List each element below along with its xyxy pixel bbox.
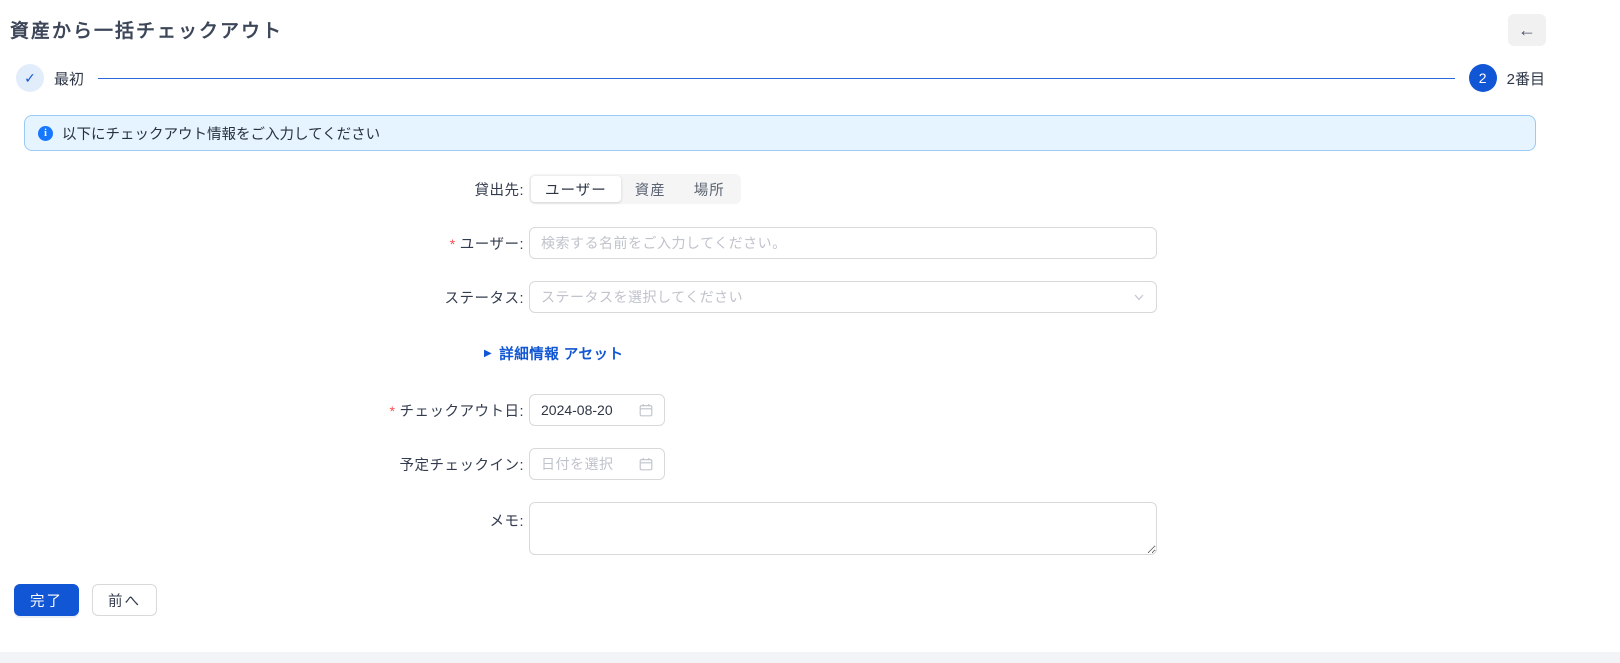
info-alert: i 以下にチェックアウト情報をご入力してください xyxy=(24,115,1536,151)
step-first[interactable]: ✓ 最初 xyxy=(16,64,84,92)
expected-checkin-label: 予定チェックイン: xyxy=(0,454,524,475)
segment-option-location[interactable]: 場所 xyxy=(680,176,739,202)
step-second[interactable]: 2 2番目 xyxy=(1469,64,1545,92)
status-select[interactable] xyxy=(529,281,1157,313)
page-header: 資産から一括チェックアウト ← xyxy=(0,0,1620,46)
target-label: 貸出先: xyxy=(0,179,524,200)
info-circle-icon: i xyxy=(38,126,53,141)
checkout-date-input[interactable] xyxy=(541,402,633,418)
caret-right-icon: ▶ xyxy=(484,349,492,359)
target-segmented-control: ユーザー 資産 場所 xyxy=(529,174,741,204)
form-row-details-link: ▶ 詳細情報 アセット xyxy=(0,343,1620,364)
expected-checkin-input[interactable] xyxy=(541,456,633,472)
checkout-date-label: *チェックアウト日: xyxy=(0,400,524,421)
steps-bar: ✓ 最初 2 2番目 xyxy=(16,62,1545,94)
finish-button[interactable]: 完了 xyxy=(14,584,79,616)
user-label-text: ユーザー: xyxy=(460,237,524,253)
checkout-form: 貸出先: ユーザー 資産 場所 *ユーザー: ステータス: xyxy=(0,173,1620,560)
info-alert-message: 以下にチェックアウト情報をご入力してください xyxy=(62,123,380,144)
form-row-note: メモ: xyxy=(0,502,1620,560)
segment-option-asset[interactable]: 資産 xyxy=(621,176,680,202)
required-mark: * xyxy=(450,236,456,252)
checkout-date-label-text: チェックアウト日: xyxy=(399,404,524,420)
form-footer: 完了 前へ xyxy=(14,584,1620,616)
status-label: ステータス: xyxy=(0,287,524,308)
form-row-user: *ユーザー: xyxy=(0,227,1620,259)
calendar-icon xyxy=(639,403,653,417)
expected-checkin-picker[interactable] xyxy=(529,448,665,480)
form-row-expected-checkin: 予定チェックイン: xyxy=(0,448,1620,480)
step-finished-check-icon: ✓ xyxy=(16,64,44,92)
back-button[interactable]: ← xyxy=(1508,14,1546,46)
step-first-label: 最初 xyxy=(54,68,84,89)
calendar-icon xyxy=(639,457,653,471)
required-mark: * xyxy=(390,403,396,419)
chevron-down-icon xyxy=(1133,291,1145,303)
user-label: *ユーザー: xyxy=(0,233,524,254)
segment-option-user[interactable]: ユーザー xyxy=(531,176,621,202)
details-asset-link-label: 詳細情報 アセット xyxy=(499,343,623,364)
details-asset-link[interactable]: ▶ 詳細情報 アセット xyxy=(484,343,623,364)
previous-button[interactable]: 前へ xyxy=(92,584,157,616)
form-row-status: ステータス: xyxy=(0,281,1620,313)
step-second-label: 2番目 xyxy=(1507,68,1545,89)
page-title: 資産から一括チェックアウト xyxy=(10,14,283,43)
user-search-input[interactable] xyxy=(529,227,1157,259)
step-second-number-badge: 2 xyxy=(1469,64,1497,92)
arrow-left-icon: ← xyxy=(1518,21,1536,39)
status-select-input[interactable] xyxy=(541,289,1133,305)
form-row-target: 貸出先: ユーザー 資産 場所 xyxy=(0,173,1620,205)
note-label: メモ: xyxy=(0,502,524,531)
checkout-date-picker[interactable] xyxy=(529,394,665,426)
note-textarea[interactable] xyxy=(529,502,1157,555)
checkout-page: 資産から一括チェックアウト ← ✓ 最初 2 2番目 i 以下にチェックアウト情… xyxy=(0,0,1620,652)
form-row-checkout-date: *チェックアウト日: xyxy=(0,394,1620,426)
step-connector-line xyxy=(98,78,1455,79)
